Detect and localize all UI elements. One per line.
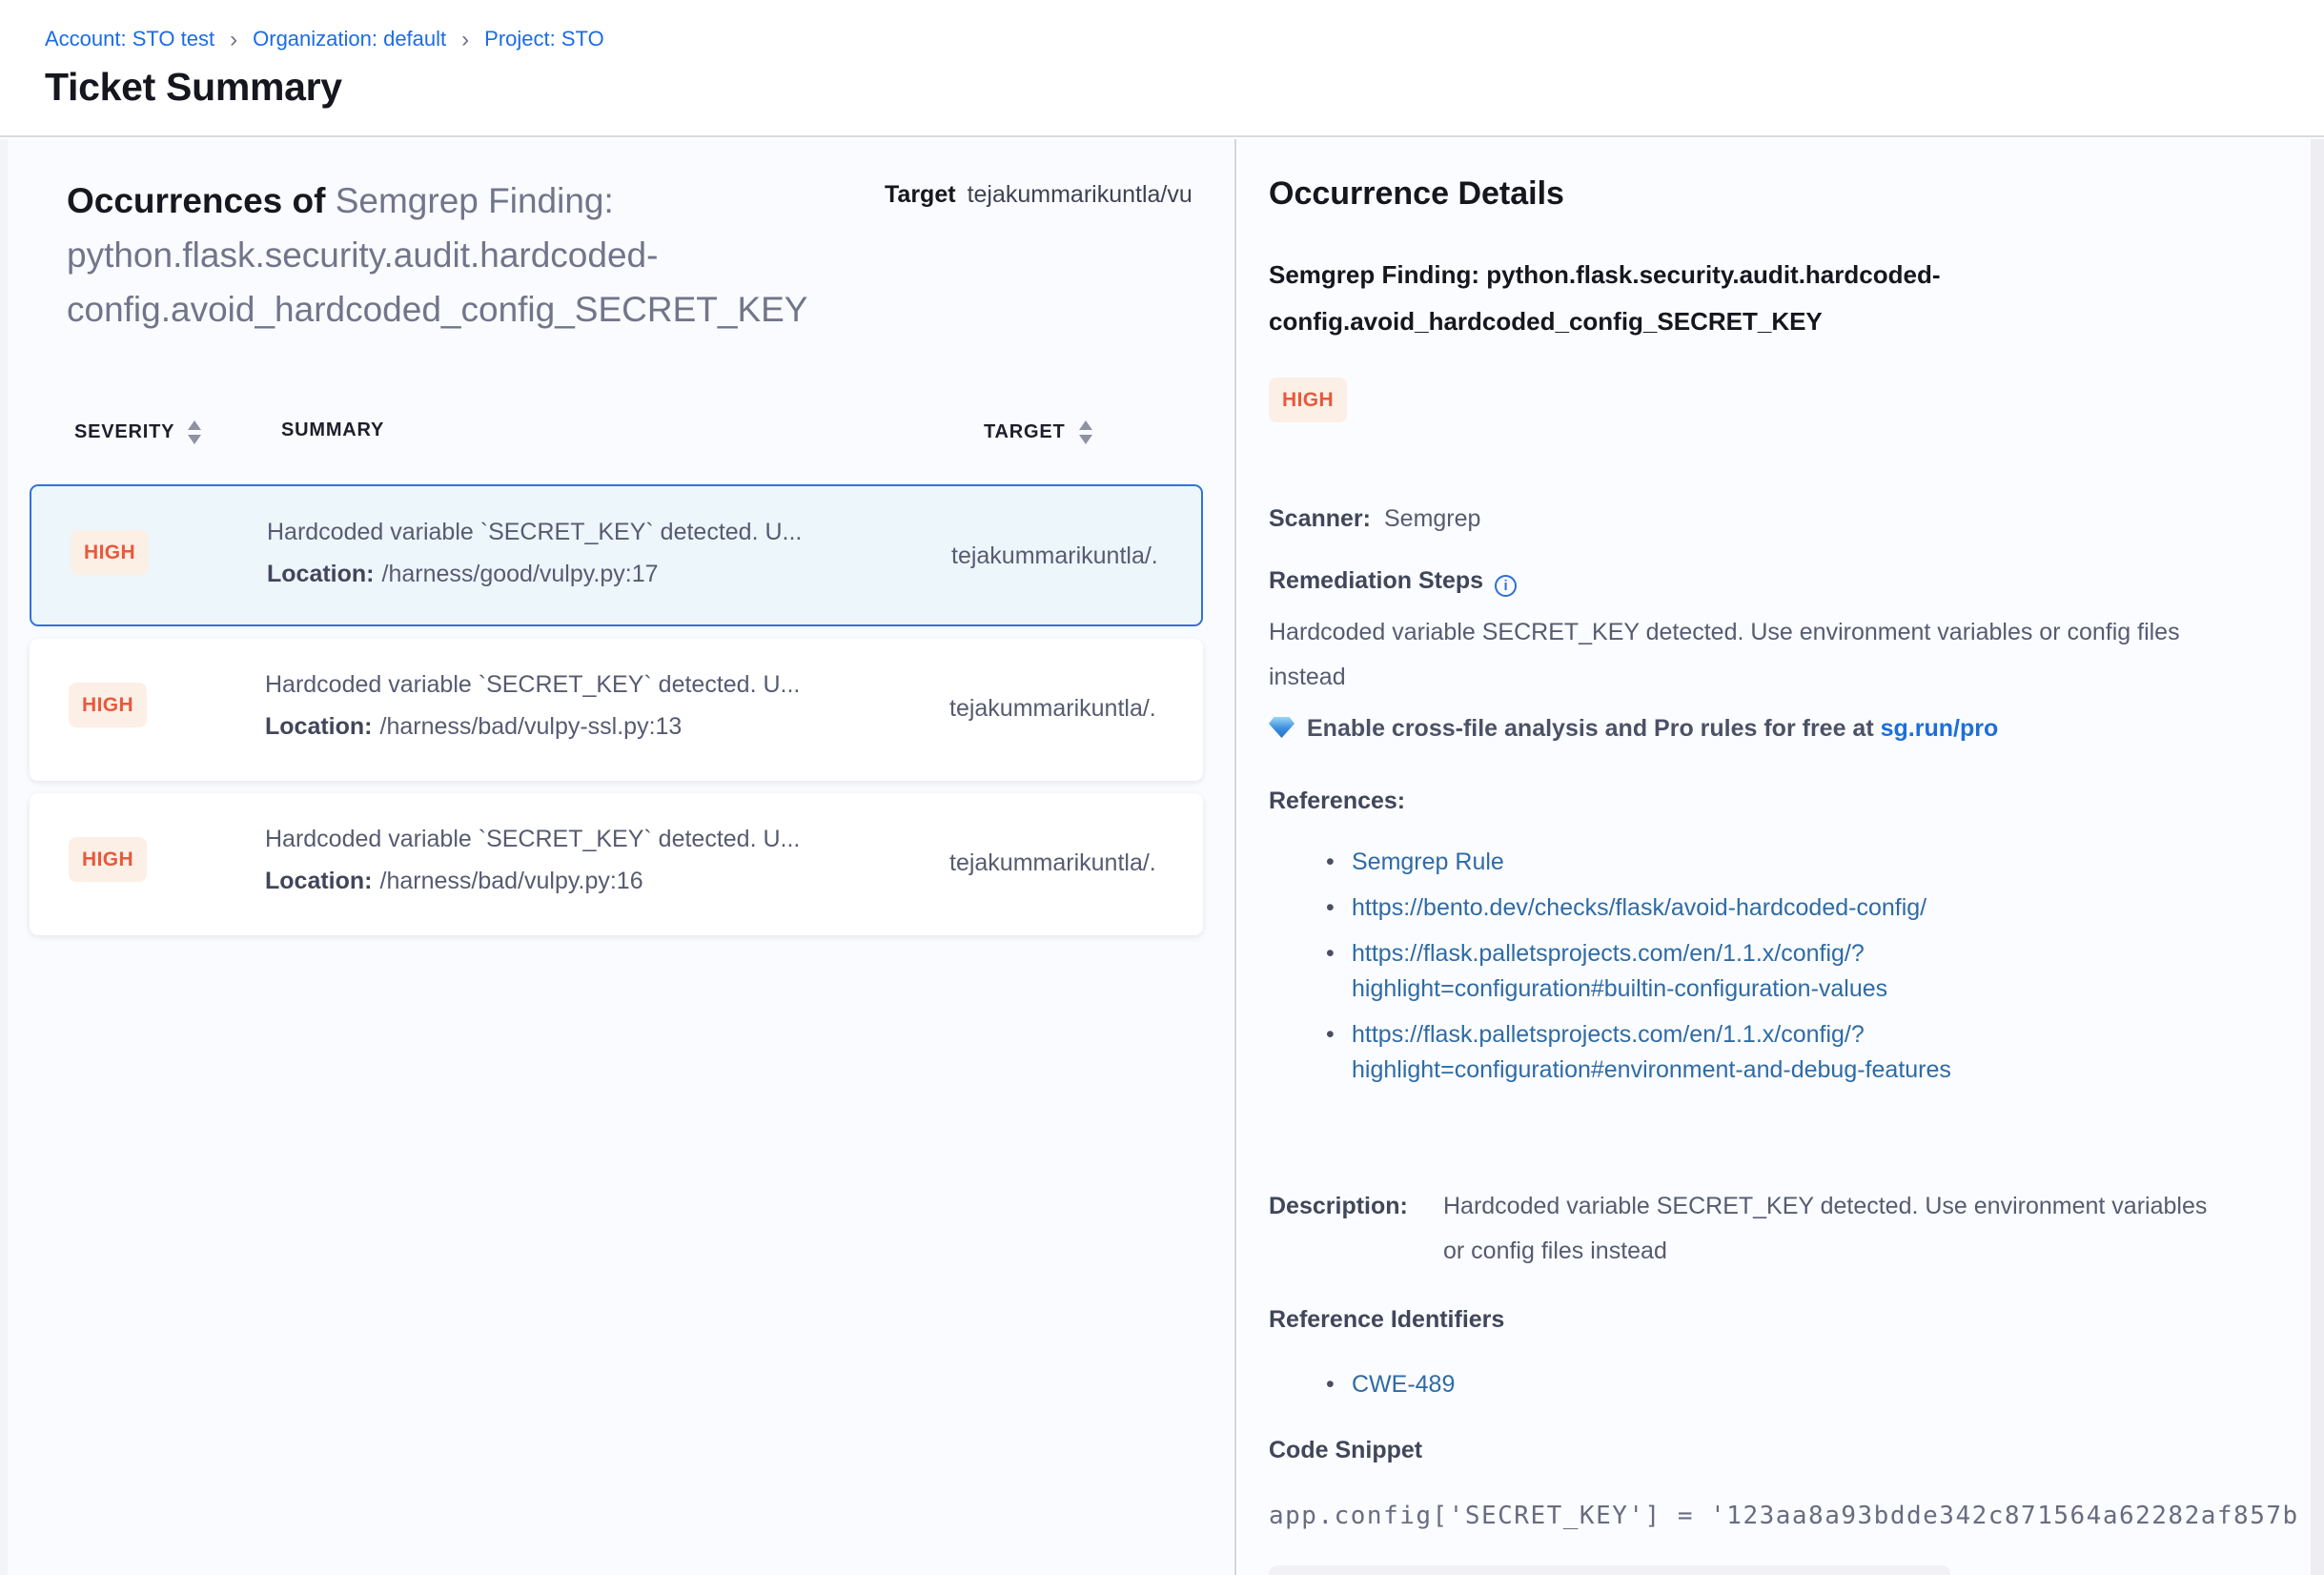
location-label: Location: — [267, 561, 375, 587]
semgrep-pro-promo: Enable cross-file analysis and Pro rules… — [1269, 715, 1998, 743]
scanner-value: Semgrep — [1384, 505, 1480, 532]
column-header-severity-label: SEVERITY — [74, 421, 174, 443]
target-label: Target — [885, 181, 956, 208]
left-edge-divider — [0, 139, 8, 1575]
occurrence-details-panel: Occurrence Details Semgrep Finding: pyth… — [1238, 139, 2324, 1575]
occurrence-target: tejakummarikuntla/. — [949, 695, 1156, 723]
sg-run-pro-link[interactable]: sg.run/pro — [1881, 715, 1999, 742]
info-icon[interactable] — [1495, 575, 1517, 597]
cwe-link[interactable]: CWE-489 — [1326, 1367, 2022, 1402]
target-value: tejakummarikuntla/vu — [968, 181, 1193, 208]
scanner-line: Scanner: Semgrep — [1269, 505, 1480, 533]
occurrence-location: Location: /harness/good/vulpy.py:17 — [267, 561, 915, 588]
severity-badge: HIGH — [69, 683, 147, 727]
chevron-right-icon: › — [230, 27, 237, 52]
occurrence-location: Location: /harness/bad/vulpy-ssl.py:13 — [265, 713, 913, 741]
reference-link[interactable]: Semgrep Rule — [1326, 845, 2022, 880]
occurrence-summary: Hardcoded variable `SECRET_KEY` detected… — [265, 826, 913, 895]
finding-title: Semgrep Finding: python.flask.security.a… — [1269, 252, 2232, 345]
reference-identifiers-list: CWE-489 — [1326, 1367, 2022, 1413]
code-snippet: app.config['SECRET_KEY'] = '123aa8a93bdd… — [1269, 1502, 2299, 1530]
column-header-summary[interactable]: SUMMARY — [281, 419, 384, 441]
references-label: References: — [1269, 788, 1405, 815]
occurrence-location: Location: /harness/bad/vulpy.py:16 — [265, 868, 913, 895]
occurrence-row[interactable]: HIGH Hardcoded variable `SECRET_KEY` det… — [30, 484, 1203, 626]
page-title: Ticket Summary — [45, 65, 342, 110]
location-path: /harness/bad/vulpy-ssl.py:13 — [380, 713, 683, 740]
target-line: Target tejakummarikuntla/vu — [885, 181, 1193, 209]
location-path: /harness/bad/vulpy.py:16 — [380, 868, 643, 894]
breadcrumb-organization[interactable]: Organization: default — [253, 27, 446, 51]
occurrence-row[interactable]: HIGH Hardcoded variable `SECRET_KEY` det… — [30, 793, 1203, 935]
details-heading: Occurrence Details — [1269, 175, 1564, 213]
references-list: Semgrep Rule https://bento.dev/checks/fl… — [1326, 845, 2022, 1098]
sort-icon[interactable] — [188, 419, 201, 445]
reference-identifiers-label: Reference Identifiers — [1269, 1306, 1504, 1334]
severity-badge: HIGH — [1269, 378, 1347, 422]
code-snippet-label: Code Snippet — [1269, 1437, 1422, 1464]
occurrence-summary-text: Hardcoded variable `SECRET_KEY` detected… — [265, 826, 913, 853]
occurrences-heading-bold: Occurrences of — [67, 181, 336, 220]
description-line: Description: Hardcoded variable SECRET_K… — [1269, 1184, 2232, 1274]
reference-link[interactable]: https://flask.palletsprojects.com/en/1.1… — [1326, 1017, 2022, 1088]
reference-link[interactable]: https://bento.dev/checks/flask/avoid-har… — [1326, 890, 2022, 926]
reference-link[interactable]: https://flask.palletsprojects.com/en/1.1… — [1326, 936, 2022, 1007]
severity-badge: HIGH — [71, 530, 149, 575]
occurrence-target: tejakummarikuntla/. — [949, 849, 1156, 877]
location-label: Location: — [265, 868, 373, 894]
gem-icon — [1269, 717, 1295, 738]
occurrence-summary-text: Hardcoded variable `SECRET_KEY` detected… — [265, 671, 913, 699]
occurrence-row[interactable]: HIGH Hardcoded variable `SECRET_KEY` det… — [30, 639, 1203, 781]
remediation-steps-text: Remediation Steps — [1269, 567, 1483, 594]
occurrences-table-header: SEVERITY SUMMARY TARGET — [0, 414, 1234, 452]
column-header-target-label: TARGET — [984, 421, 1066, 443]
horizontal-scrollbar[interactable] — [1269, 1565, 1950, 1575]
severity-badge: HIGH — [69, 837, 147, 882]
column-header-severity[interactable]: SEVERITY — [74, 419, 201, 445]
occurrences-panel: Occurrences of Semgrep Finding: python.f… — [0, 139, 1236, 1575]
chevron-right-icon: › — [461, 27, 469, 52]
occurrence-summary-text: Hardcoded variable `SECRET_KEY` detected… — [267, 519, 915, 546]
remediation-steps-label: Remediation Steps — [1269, 567, 1517, 597]
vertical-scrollbar[interactable] — [2311, 139, 2324, 1575]
breadcrumb-project[interactable]: Project: STO — [484, 27, 604, 51]
occurrence-summary: Hardcoded variable `SECRET_KEY` detected… — [267, 519, 915, 588]
column-header-target[interactable]: TARGET — [984, 419, 1092, 445]
occurrence-target: tejakummarikuntla/. — [951, 542, 1158, 570]
remediation-steps-body: Hardcoded variable SECRET_KEY detected. … — [1269, 610, 2232, 700]
scanner-label: Scanner: — [1269, 505, 1371, 532]
occurrence-summary: Hardcoded variable `SECRET_KEY` detected… — [265, 671, 913, 741]
sort-icon[interactable] — [1079, 419, 1092, 445]
location-path: /harness/good/vulpy.py:17 — [382, 561, 659, 587]
breadcrumb-account[interactable]: Account: STO test — [45, 27, 214, 51]
column-header-summary-label: SUMMARY — [281, 419, 384, 441]
location-label: Location: — [265, 713, 373, 740]
page-header: Account: STO test › Organization: default ›… — [0, 0, 2324, 137]
breadcrumb: Account: STO test › Organization: default ›… — [45, 27, 604, 53]
occurrences-heading: Occurrences of Semgrep Finding: python.f… — [67, 174, 906, 337]
promo-text: Enable cross-file analysis and Pro rules… — [1307, 715, 1881, 742]
ticket-summary-screen: Account: STO test › Organization: default ›… — [0, 0, 2324, 1575]
detail-severity: HIGH — [1269, 378, 1347, 422]
description-label: Description: — [1269, 1184, 1443, 1274]
description-text: Hardcoded variable SECRET_KEY detected. … — [1443, 1184, 2215, 1274]
